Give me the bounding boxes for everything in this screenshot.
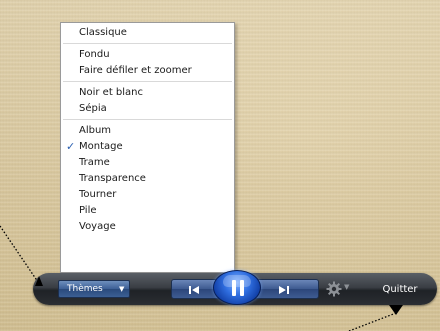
callout-line-quit — [348, 312, 397, 331]
callout-arrow-down-icon — [389, 305, 403, 315]
callout-line-themes — [0, 225, 39, 283]
callout-annotations — [0, 225, 403, 331]
callout-arrow-up-icon — [35, 276, 43, 286]
